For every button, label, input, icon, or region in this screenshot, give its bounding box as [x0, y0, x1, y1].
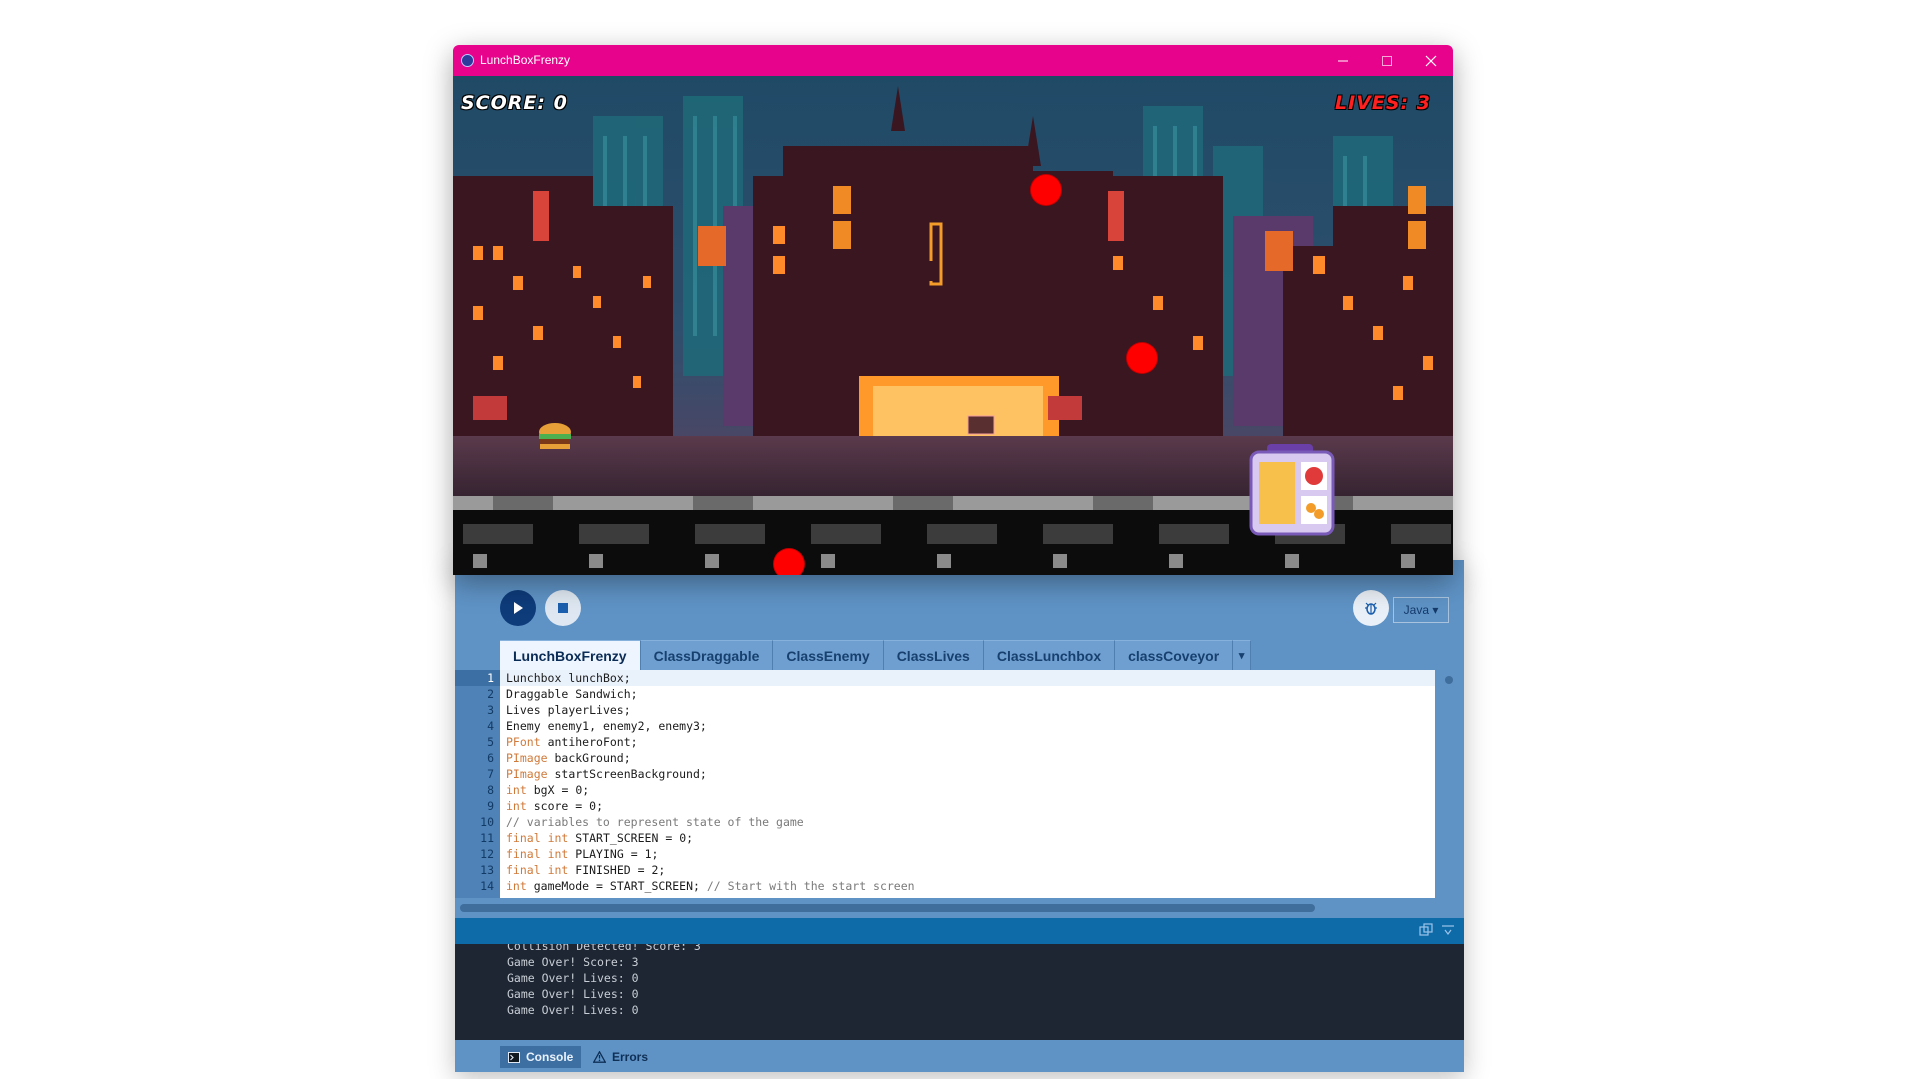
console-tab-label: Console [526, 1050, 574, 1064]
line-number: 4 [487, 719, 494, 733]
debug-button[interactable] [1353, 590, 1389, 626]
line-number: 12 [480, 847, 494, 861]
code-line[interactable]: PFont antiheroFont; [500, 734, 1435, 750]
line-number: 5 [487, 735, 494, 749]
tab-lunchboxfrenzy[interactable]: LunchBoxFrenzy [500, 640, 641, 670]
lunchbox-sprite [1249, 444, 1335, 536]
code-line[interactable]: final int PLAYING = 1; [500, 846, 1435, 862]
play-icon [514, 602, 523, 614]
code-line[interactable]: final int FINISHED = 2; [500, 862, 1435, 878]
line-number: 3 [487, 703, 494, 717]
code-line[interactable]: int bgX = 0; [500, 782, 1435, 798]
errors-tab-label: Errors [612, 1050, 649, 1064]
mode-select[interactable]: Java ▾ [1393, 597, 1449, 623]
console-tab[interactable]: Console [500, 1046, 582, 1068]
code-area[interactable]: Lunchbox lunchBox; Draggable Sandwich; Liv… [500, 670, 1435, 898]
processing-ide: Java ▾ LunchBoxFrenzy ClassDraggable Cla… [455, 560, 1464, 1072]
code-line[interactable]: Draggable Sandwich; [500, 686, 1435, 702]
line-number: 7 [487, 767, 494, 781]
line-number-gutter: 1 2 3 4 5 6 7 8 9 10 11 12 13 14 [455, 670, 500, 898]
code-line[interactable]: int gameMode = START_SCREEN; // Start wi… [500, 878, 1435, 894]
line-number: 9 [487, 799, 494, 813]
close-button[interactable] [1409, 45, 1453, 76]
editor-tabs: LunchBoxFrenzy ClassDraggable ClassEnemy… [500, 640, 1252, 670]
minimize-button[interactable] [1321, 45, 1365, 76]
tab-classenemy[interactable]: ClassEnemy [773, 640, 884, 670]
app-icon [461, 54, 474, 67]
line-number: 13 [480, 863, 494, 877]
line-number: 14 [480, 879, 494, 893]
debug-icon [1365, 602, 1377, 615]
terminal-icon [508, 1051, 520, 1063]
console-line: Game Over! Lives: 0 [507, 1003, 639, 1017]
city-background [453, 76, 1453, 575]
console-line: Collision Detected! Score: 3 [507, 944, 701, 953]
scroll-thumb[interactable] [1445, 676, 1453, 684]
tab-classdraggable[interactable]: ClassDraggable [640, 640, 774, 670]
scroll-thumb[interactable] [460, 904, 1315, 912]
lives-label: LIVES: 3 [1335, 92, 1431, 114]
line-number: 1 [455, 670, 500, 686]
line-number: 6 [487, 751, 494, 765]
line-number: 2 [487, 687, 494, 701]
code-line[interactable]: int score = 0; [500, 798, 1435, 814]
tab-classlunchbox[interactable]: ClassLunchbox [983, 640, 1116, 670]
code-editor[interactable]: 1 2 3 4 5 6 7 8 9 10 11 12 13 14 Lunchbox lunchBox; Dr… [455, 670, 1464, 898]
enemy-ball [1031, 175, 1061, 205]
run-button[interactable] [500, 590, 536, 626]
close-icon [1425, 55, 1437, 66]
code-line[interactable]: Enemy enemy1, enemy2, enemy3; [500, 718, 1435, 734]
clear-console-icon[interactable] [1441, 923, 1455, 937]
minimize-icon [1338, 60, 1348, 61]
tab-classcoveyor[interactable]: classCoveyor [1115, 640, 1234, 670]
code-line[interactable]: final int START_SCREEN = 0; [500, 830, 1435, 846]
code-line[interactable]: // variables to represent state of the g… [500, 814, 1435, 830]
errors-tab[interactable]: Errors [585, 1046, 656, 1068]
stop-icon [558, 603, 568, 613]
console-line: Game Over! Score: 3 [507, 955, 639, 969]
line-number: 8 [487, 783, 494, 797]
code-line[interactable]: PImage startScreenBackground; [500, 766, 1435, 782]
enemy-ball [1127, 343, 1157, 373]
console-output: Collision Detected! Score: 3 Game Over! S… [455, 944, 1464, 1040]
line-number: 11 [480, 831, 494, 845]
console-line: Game Over! Lives: 0 [507, 987, 639, 1001]
maximize-icon [1382, 55, 1392, 66]
window-title: LunchBoxFrenzy [480, 53, 571, 67]
editor-vertical-scrollbar[interactable] [1435, 670, 1464, 898]
enemy-ball [774, 549, 804, 575]
game-canvas[interactable]: SCORE: 0 LIVES: 3 [453, 76, 1453, 575]
maximize-button[interactable] [1365, 45, 1409, 76]
copy-icon[interactable] [1419, 923, 1433, 937]
warning-icon [593, 1051, 606, 1063]
code-line[interactable]: PImage backGround; [500, 750, 1435, 766]
sketch-window: LunchBoxFrenzy SCORE: 0 LIVES: 3 [453, 45, 1453, 575]
console-header [455, 918, 1464, 944]
window-titlebar[interactable]: LunchBoxFrenzy [453, 45, 1453, 76]
console-line: Game Over! Lives: 0 [507, 971, 639, 985]
code-line[interactable]: Lunchbox lunchBox; [500, 670, 1435, 686]
editor-horizontal-scrollbar[interactable] [455, 898, 1464, 918]
burger-sprite [539, 423, 571, 449]
line-number: 10 [480, 815, 494, 829]
console-tabs-bar: Console Errors [455, 1040, 1464, 1072]
tab-classlives[interactable]: ClassLives [883, 640, 984, 670]
score-label: SCORE: 0 [461, 92, 568, 114]
stop-button[interactable] [545, 590, 581, 626]
code-line[interactable]: Lives playerLives; [500, 702, 1435, 718]
tabs-more-button[interactable]: ▾ [1233, 640, 1252, 670]
